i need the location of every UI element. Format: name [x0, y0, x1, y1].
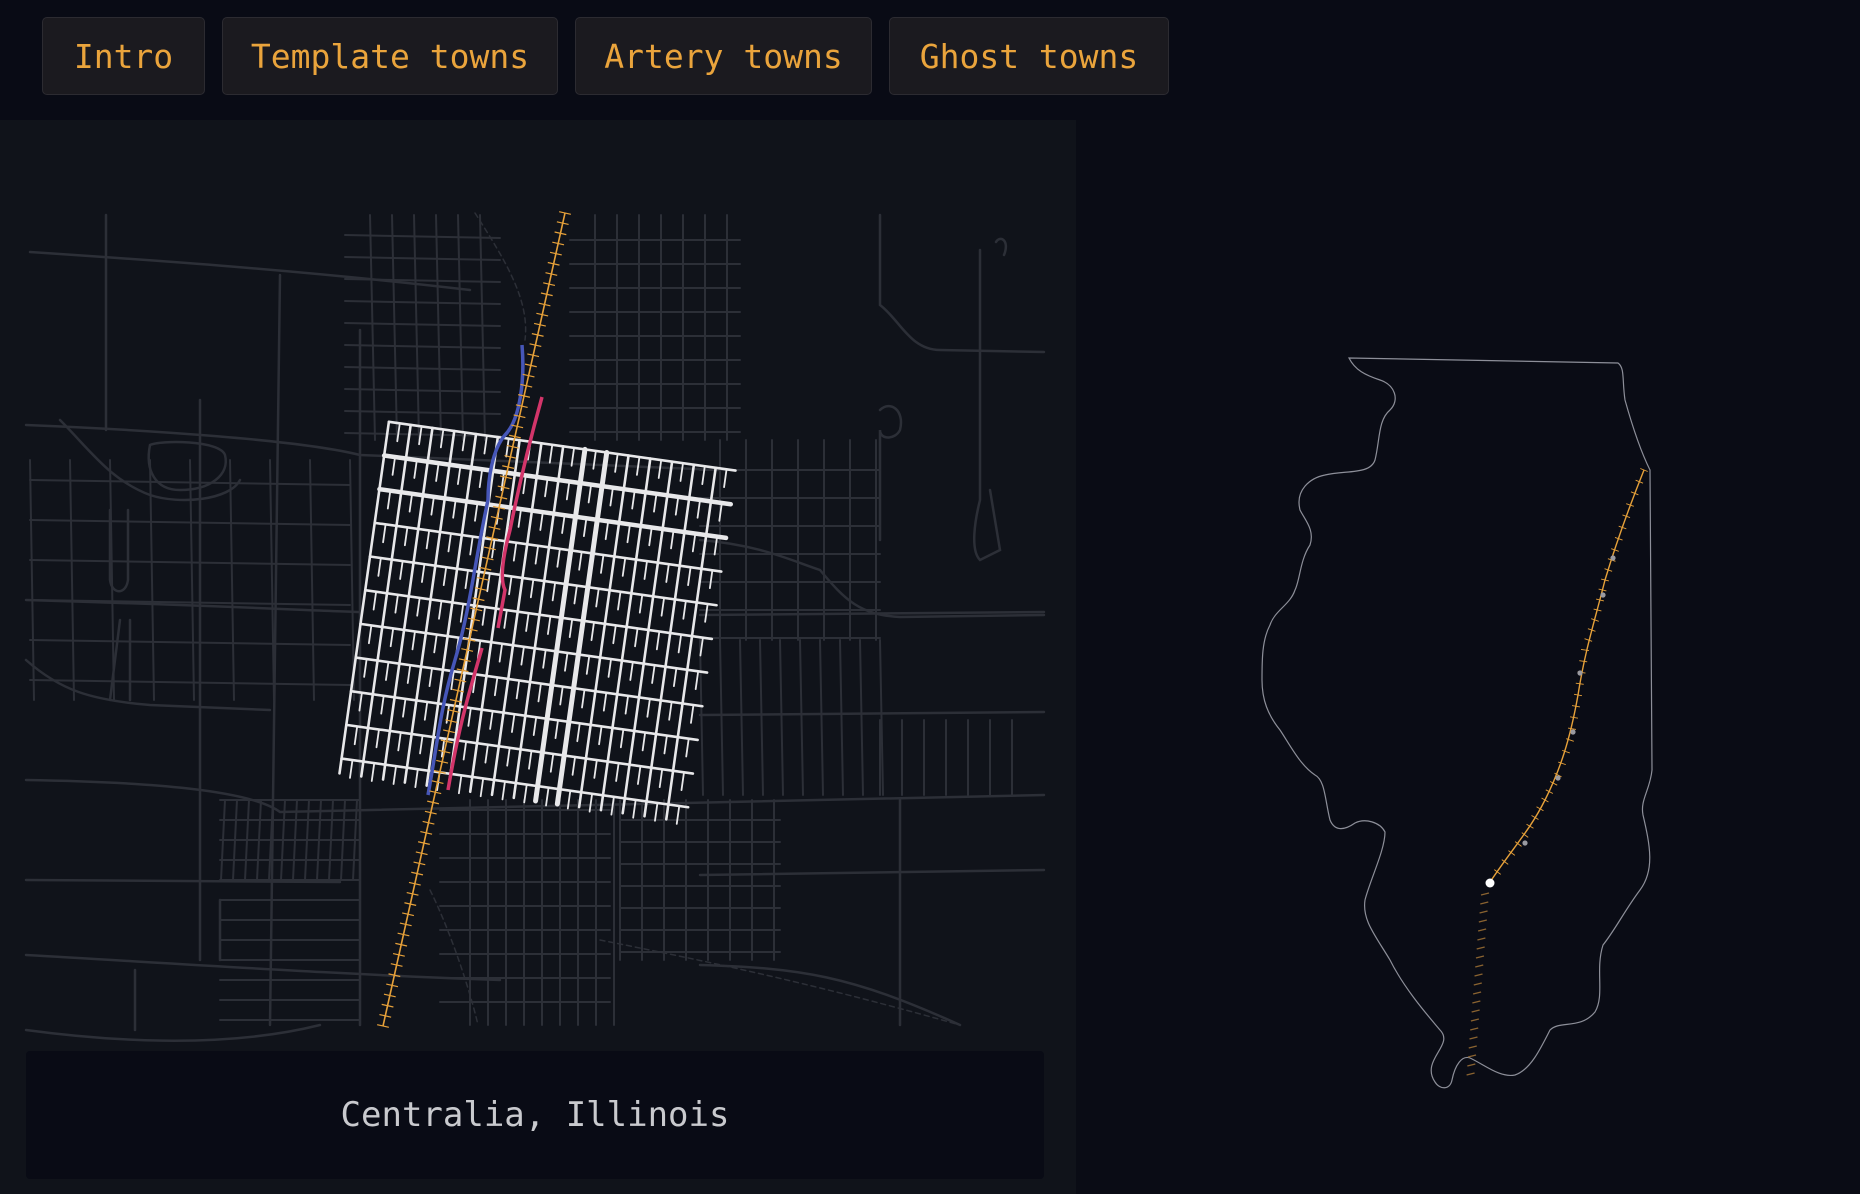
- illinois-outline: [1261, 357, 1653, 1089]
- town-markers: [1522, 555, 1616, 846]
- town-name-caption: Centralia, Illinois: [340, 1095, 730, 1135]
- town-street-map[interactable]: [0, 120, 1076, 1050]
- town-street-grid: [338, 420, 737, 825]
- tab-intro[interactable]: Intro: [42, 17, 205, 95]
- background-streets: [24, 212, 1046, 1042]
- tab-ghost-towns[interactable]: Ghost towns: [889, 17, 1169, 95]
- top-navigation-bar: Intro Template towns Artery towns Ghost …: [0, 0, 1860, 120]
- tab-artery-towns[interactable]: Artery towns: [575, 17, 872, 95]
- tab-template-towns[interactable]: Template towns: [222, 17, 558, 95]
- caption-box: Centralia, Illinois: [26, 1051, 1044, 1179]
- illinois-state-map: [1261, 357, 1653, 1089]
- town-marker-icon: [1485, 878, 1495, 888]
- illinois-central-railroad: [1489, 469, 1645, 883]
